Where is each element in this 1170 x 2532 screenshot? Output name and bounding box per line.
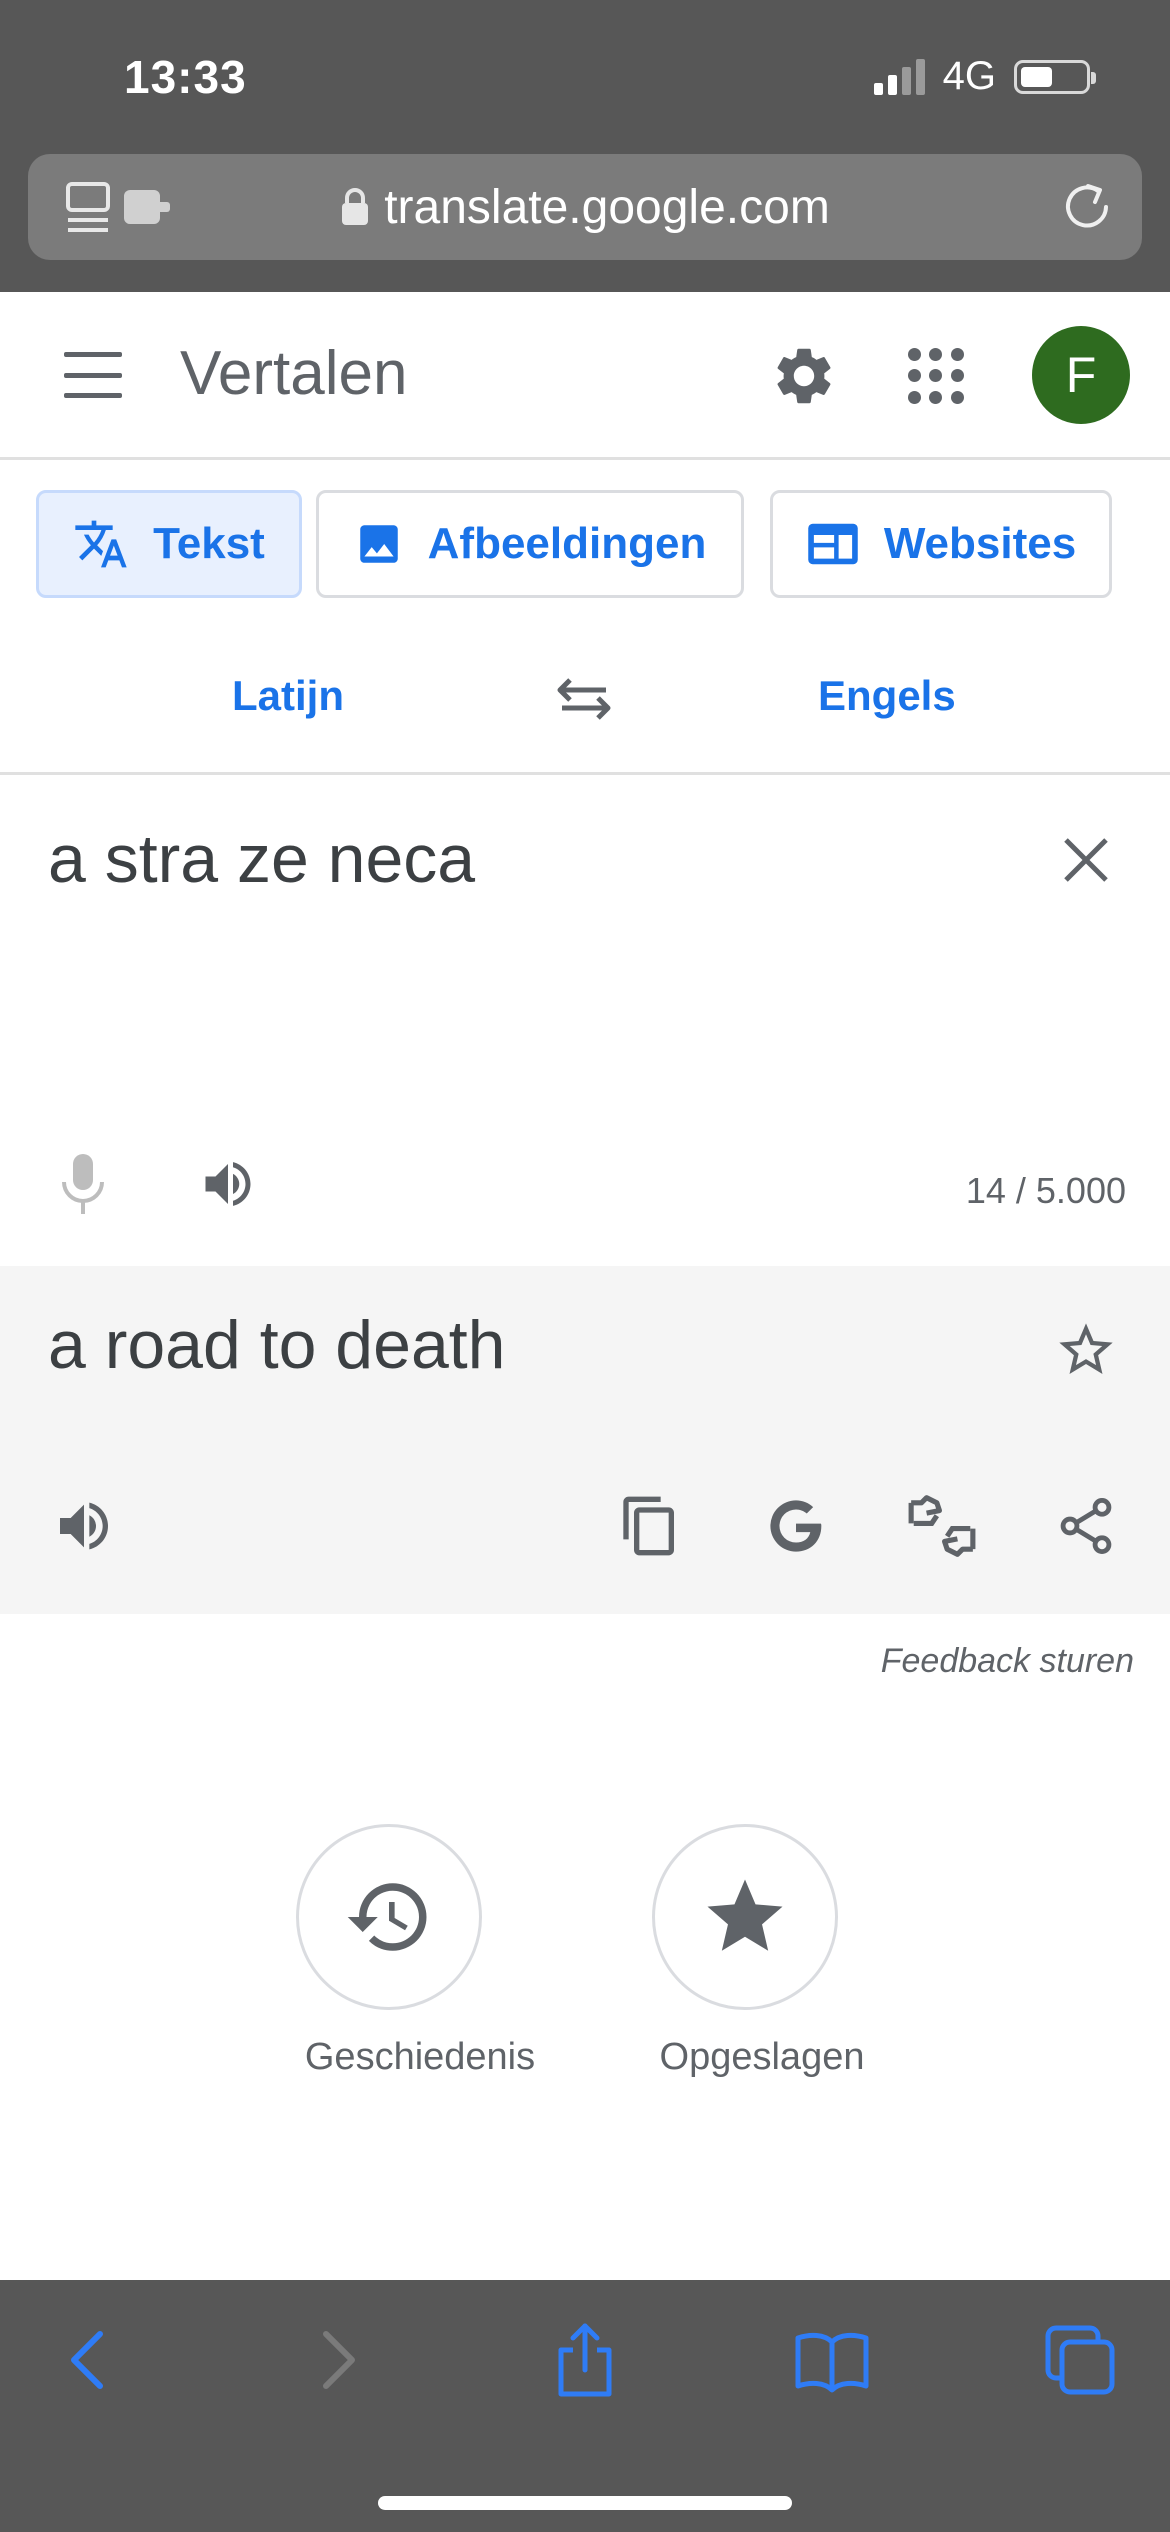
url-text[interactable]: translate.google.com xyxy=(384,180,830,235)
copy-icon[interactable] xyxy=(618,1494,682,1558)
translation-text: a road to death xyxy=(48,1307,506,1383)
star-outline-icon[interactable] xyxy=(1054,1318,1118,1382)
network-label: 4G xyxy=(942,54,996,98)
status-indicators: 4G xyxy=(873,54,1096,99)
share-sheet-icon[interactable] xyxy=(545,2320,625,2400)
browser-bottom-bar xyxy=(0,2280,1170,2532)
gear-icon[interactable] xyxy=(770,342,838,410)
rate-translation-icon[interactable] xyxy=(906,1494,978,1558)
status-time: 13:33 xyxy=(124,51,247,103)
star-icon xyxy=(707,1879,783,1951)
tab-websites[interactable]: Websites xyxy=(770,490,1112,598)
tabs-icon[interactable] xyxy=(1040,2320,1120,2400)
history-button[interactable] xyxy=(296,1824,482,2010)
source-text-input[interactable]: a stra ze neca xyxy=(48,820,475,898)
page-title: Vertalen xyxy=(180,339,408,408)
source-language-button[interactable]: Latijn xyxy=(232,672,344,720)
reload-icon[interactable] xyxy=(1058,178,1116,236)
history-label: Geschiedenis xyxy=(304,2036,536,2078)
apps-grid-icon[interactable] xyxy=(908,348,964,404)
swap-languages-icon[interactable] xyxy=(554,674,614,724)
image-icon xyxy=(359,525,398,563)
google-g-icon[interactable] xyxy=(764,1494,828,1558)
lock-icon xyxy=(342,188,369,225)
menu-icon[interactable] xyxy=(64,352,122,398)
close-icon[interactable] xyxy=(1056,830,1116,890)
saved-label: Opgeslagen xyxy=(659,2036,865,2078)
translate-icon xyxy=(75,520,127,568)
website-icon xyxy=(808,523,858,565)
home-indicator xyxy=(378,2496,792,2510)
tab-text[interactable]: Tekst xyxy=(36,490,302,598)
tab-websites-label: Websites xyxy=(883,519,1077,568)
browser-top-bar: 13:33 4G translate.google.com xyxy=(0,0,1170,292)
history-icon xyxy=(347,1883,427,1951)
tab-text-label: Tekst xyxy=(153,519,265,568)
back-icon[interactable] xyxy=(48,2320,128,2400)
saved-button[interactable] xyxy=(652,1824,838,2010)
battery-icon xyxy=(1014,59,1096,94)
speaker-icon[interactable] xyxy=(196,1154,260,1214)
character-counter: 14 / 5.000 xyxy=(965,1170,1126,1211)
share-icon[interactable] xyxy=(1054,1494,1118,1558)
forward-icon[interactable] xyxy=(298,2320,378,2400)
address-bar[interactable]: translate.google.com xyxy=(28,154,1142,260)
divider xyxy=(0,772,1170,775)
signal-icon xyxy=(873,58,925,95)
tab-images[interactable]: Afbeeldingen xyxy=(316,490,744,598)
microphone-icon[interactable] xyxy=(58,1152,108,1218)
bookmarks-icon[interactable] xyxy=(792,2320,872,2400)
translation-result-panel: a road to death xyxy=(0,1266,1170,1614)
feedback-link[interactable]: Feedback sturen xyxy=(881,1642,1134,1681)
app-bar: Vertalen F xyxy=(0,292,1170,460)
avatar[interactable]: F xyxy=(1032,326,1130,424)
target-language-button[interactable]: Engels xyxy=(818,672,956,720)
tab-images-label: Afbeeldingen xyxy=(427,519,707,568)
speaker-icon[interactable] xyxy=(52,1494,116,1558)
